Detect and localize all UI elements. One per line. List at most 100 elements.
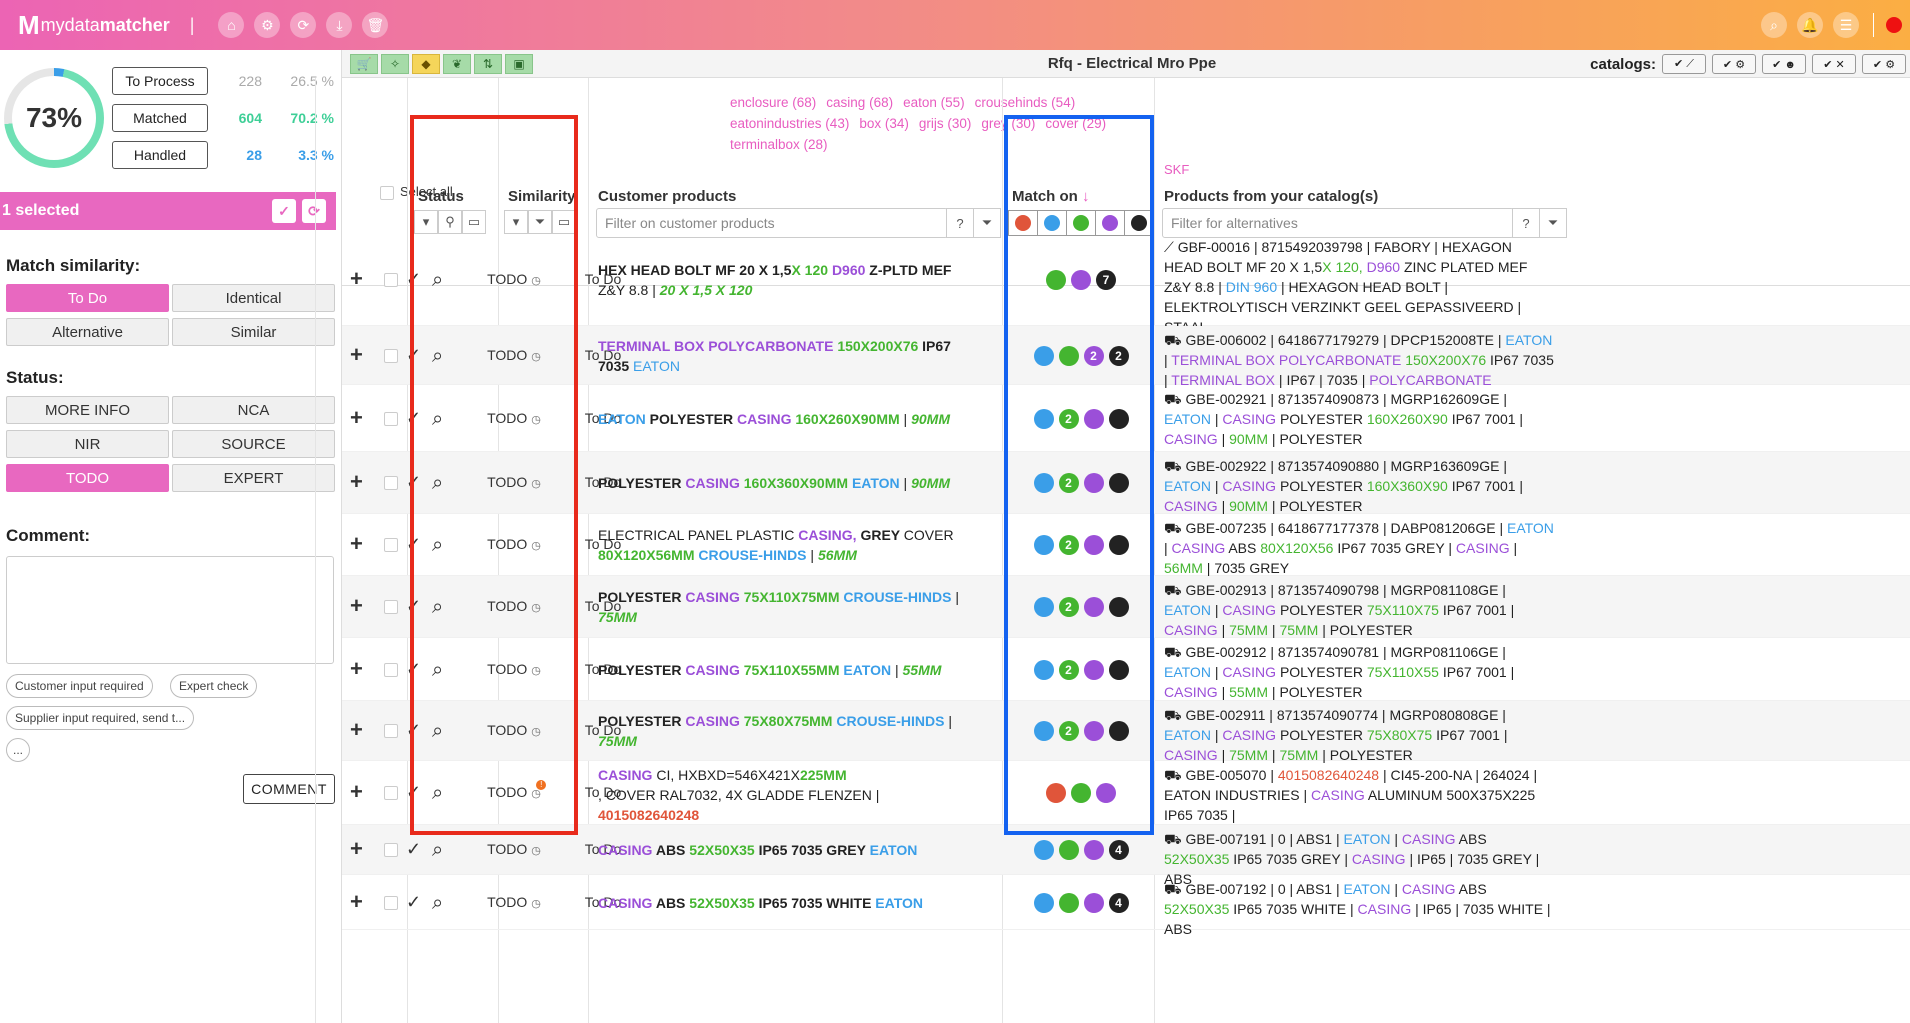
similarity-alternative-button[interactable]: Alternative (6, 318, 169, 346)
row-checkbox[interactable] (384, 476, 398, 490)
status-nca-button[interactable]: NCA (172, 396, 335, 424)
chip-more[interactable]: ... (6, 738, 31, 762)
similarity-similar-button[interactable]: Similar (172, 318, 335, 346)
row-checkbox[interactable] (384, 786, 398, 800)
leaf-icon[interactable]: ❦ (443, 53, 471, 74)
confirm-selection-button[interactable]: ✓ (272, 199, 296, 223)
magic-wand-icon[interactable]: ✧ (381, 53, 409, 74)
expand-row-button[interactable]: + (350, 342, 363, 368)
expand-row-button[interactable]: + (350, 836, 363, 862)
bell-icon[interactable]: 🔔 (1797, 12, 1823, 38)
status-more-info-button[interactable]: MORE INFO (6, 396, 169, 424)
expand-row-button[interactable]: + (350, 593, 363, 619)
tag-filter[interactable]: box (34) (859, 113, 909, 134)
catalog-tools-icon[interactable]: ✔ ⟋ (1662, 54, 1706, 74)
catalog-product-text[interactable]: ⟋ GBF-00016 | 8715492039798 | FABORY | H… (1164, 237, 1554, 337)
tag-filter[interactable]: casing (68) (826, 92, 893, 113)
expand-row-button[interactable]: + (350, 266, 363, 292)
status-todo-button[interactable]: TODO (6, 464, 169, 492)
download-icon[interactable]: ⤓ (326, 12, 353, 38)
catalog-users-icon[interactable]: ✔ ☻ (1762, 54, 1806, 74)
match-indicators[interactable]: 4 (1006, 840, 1156, 860)
row-status[interactable]: TODO ◷ (470, 841, 558, 857)
comment-textarea[interactable] (6, 556, 334, 664)
tag-filter[interactable]: grijs (30) (919, 113, 972, 134)
folder-icon[interactable]: ▣ (505, 53, 533, 74)
chip-customer-input[interactable]: Customer input required (6, 674, 153, 698)
left-panel: 73% To Process 228 26.5 % Matched 604 70… (0, 50, 342, 1023)
catalog-product-text[interactable]: ⛟ GBE-007235 | 6418677177378 | DABP08120… (1164, 518, 1554, 578)
tag-filter[interactable]: enclosure (68) (730, 92, 816, 113)
cart-icon[interactable]: 🛒 (350, 53, 378, 74)
status-source-button[interactable]: SOURCE (172, 430, 335, 458)
approve-check-icon[interactable]: ✓ (406, 892, 421, 913)
row-checkbox[interactable] (384, 724, 398, 738)
trash-icon[interactable]: 🗑 (362, 12, 389, 38)
row-status[interactable]: TODO ◷ (470, 894, 558, 910)
search-icon[interactable]: ⌕ (432, 839, 443, 862)
search-icon[interactable]: ⌕ (1761, 12, 1787, 38)
similarity-to-do-button[interactable]: To Do (6, 284, 169, 312)
search-icon[interactable]: ⌕ (432, 892, 443, 915)
catalog-tag[interactable]: SKF (1164, 162, 1189, 177)
text-segment: ABS (655, 842, 690, 858)
text-segment: | (944, 713, 953, 729)
chip-expert-check[interactable]: Expert check (170, 674, 258, 698)
approve-check-icon[interactable]: ✓ (406, 839, 421, 860)
expand-row-button[interactable]: + (350, 717, 363, 743)
row-checkbox[interactable] (384, 843, 398, 857)
menu-icon[interactable]: ☰ (1833, 12, 1859, 38)
tag-filter[interactable]: eaton (55) (903, 92, 965, 113)
catalog-product-text[interactable]: ⛟ GBE-002922 | 8713574090880 | MGRP16360… (1164, 456, 1554, 516)
expand-row-button[interactable]: + (350, 469, 363, 495)
row-checkbox[interactable] (384, 600, 398, 614)
app-logo[interactable]: M mydata matcher (18, 10, 170, 41)
similarity-identical-button[interactable]: Identical (172, 284, 335, 312)
catalog-gear-icon[interactable]: ✔ ⚙ (1712, 54, 1756, 74)
matched-button[interactable]: Matched (112, 104, 208, 132)
tag-filter[interactable]: eatonindustries (43) (730, 113, 849, 134)
catalog-product-text[interactable]: ⛟ GBE-002921 | 8713574090873 | MGRP16260… (1164, 389, 1554, 449)
to-process-button[interactable]: To Process (112, 67, 208, 95)
sort-icon[interactable]: ⇅ (474, 53, 502, 74)
expand-row-button[interactable]: + (350, 531, 363, 557)
row-checkbox[interactable] (384, 662, 398, 677)
record-indicator-icon[interactable] (1886, 17, 1902, 33)
tag-filter[interactable]: crousehinds (54) (975, 92, 1076, 113)
table-row[interactable]: + ✓ ⌕ TODO ◷ To Do CASING ABS 52X50X35 IP65 70… (342, 875, 1910, 937)
catalog-product-text[interactable]: ⛟ GBE-002911 | 8713574090774 | MGRP08080… (1164, 705, 1554, 765)
text-segment: ⛟ GBE-007235 | 6418677177378 | DABP08120… (1164, 520, 1507, 536)
expand-row-button[interactable]: + (350, 405, 363, 431)
text-segment: 75MM (598, 609, 637, 625)
status-nir-button[interactable]: NIR (6, 430, 169, 458)
text-segment: TERMINAL BOX POLYCARBONATE (598, 337, 838, 354)
row-checkbox[interactable] (384, 411, 398, 426)
expand-row-button[interactable]: + (350, 889, 363, 915)
expand-row-button[interactable]: + (350, 779, 363, 805)
select-all-checkbox[interactable] (380, 186, 394, 200)
status-expert-button[interactable]: EXPERT (172, 464, 335, 492)
tag-icon[interactable]: ◆ (412, 53, 440, 74)
row-checkbox[interactable] (384, 538, 398, 552)
handled-button[interactable]: Handled (112, 141, 208, 169)
catalog-product-text[interactable]: ⛟ GBE-002913 | 8713574090798 | MGRP08110… (1164, 580, 1554, 640)
row-checkbox[interactable] (384, 272, 398, 287)
catalog-ppe-icon[interactable]: ✔ ⚙ (1862, 54, 1906, 74)
text-segment: 4015082640248 (598, 807, 700, 823)
match-indicators[interactable]: 4 (1006, 892, 1156, 913)
expand-row-button[interactable]: + (350, 656, 363, 682)
catalog-product-text[interactable]: ⛟ GBE-002912 | 8713574090781 | MGRP08110… (1164, 642, 1554, 702)
tag-filter[interactable]: terminalbox (28) (730, 134, 828, 155)
row-checkbox[interactable] (384, 895, 398, 910)
catalog-product-text[interactable]: ⛟ GBE-006002 | 6418677179279 | DPCP15200… (1164, 330, 1554, 390)
comment-button[interactable]: COMMENT (243, 774, 335, 804)
gear-icon[interactable]: ⚙ (254, 12, 281, 38)
refresh-icon[interactable]: ⟳ (290, 12, 317, 38)
catalog-product-text[interactable]: ⛟ GBE-007192 | 0 | ABS1 | EATON | CASING… (1164, 879, 1554, 939)
chip-supplier-input[interactable]: Supplier input required, send t... (6, 706, 195, 730)
text-segment: CASING (1401, 881, 1459, 897)
stat-row-handled: Handled 28 3.3 % (112, 141, 338, 169)
row-checkbox[interactable] (384, 348, 398, 363)
catalog-wrench-icon[interactable]: ✔ ✕ (1812, 54, 1856, 74)
home-icon[interactable]: ⌂ (218, 12, 245, 38)
